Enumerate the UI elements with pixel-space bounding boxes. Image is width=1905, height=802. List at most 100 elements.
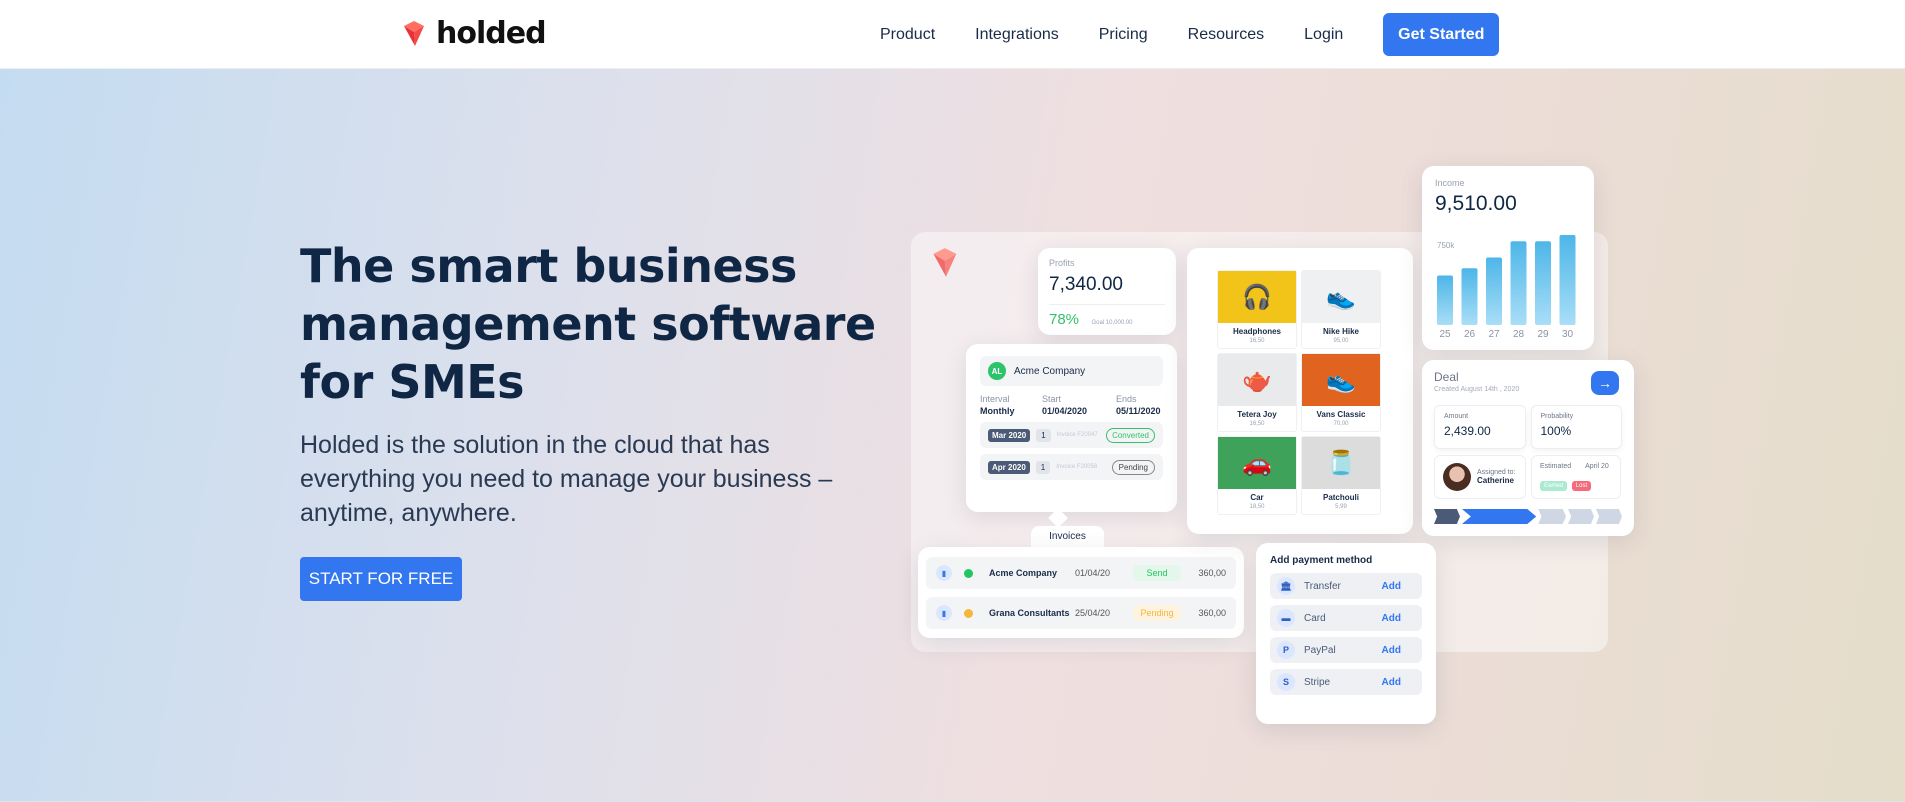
product-tile[interactable]: 🚗 Car 18,50 [1217, 436, 1297, 515]
product-name: Vans Classic [1316, 410, 1366, 419]
pipeline-stage[interactable] [1538, 509, 1567, 524]
payment-method-row[interactable]: P PayPal Add [1270, 637, 1422, 663]
income-bar [1437, 275, 1453, 325]
invoice-status: Pending [1133, 605, 1181, 621]
income-tick-label: 25 [1439, 329, 1451, 340]
start-for-free-button[interactable]: START FOR FREE [300, 557, 462, 601]
row-month: Mar 2020 [988, 428, 1031, 442]
hero-subtext: Holded is the solution in the cloud that… [300, 431, 833, 527]
subscription-card: AL Acme Company Interval Start Ends Mont… [966, 344, 1177, 512]
pipeline-stage[interactable] [1434, 509, 1460, 524]
product-tile[interactable]: 👟 Vans Classic 70,00 [1301, 353, 1381, 432]
subscription-details: Interval Start Ends Monthly 01/04/2020 0… [980, 394, 1163, 416]
start-header: Start [1042, 394, 1062, 404]
shoe-icon: 👟 [1302, 271, 1380, 323]
subscription-row[interactable]: Mar 2020 1 Invoice F20047 Converted [980, 422, 1163, 448]
product-tile[interactable]: 🎧 Headphones 16,50 [1217, 270, 1297, 349]
invoice-status: Send [1133, 565, 1181, 581]
amount-label: Amount [1444, 413, 1469, 420]
payment-method-name: Card [1304, 612, 1326, 624]
payment-method-row[interactable]: 🏛 Transfer Add [1270, 573, 1422, 599]
products-grid: 🎧 Headphones 16,50 👟 Nike Hike 95,00 🫖 Tetera J… [1217, 270, 1399, 515]
estimated-label: Estimated [1540, 462, 1572, 470]
car-icon: 🚗 [1218, 437, 1296, 489]
paypal-icon: P [1277, 641, 1295, 659]
product-tile[interactable]: 🫖 Tetera Joy 16,50 [1217, 353, 1297, 432]
divider [1049, 304, 1165, 305]
nav-product[interactable]: Product [880, 14, 935, 56]
row-count: 1 [1035, 460, 1051, 474]
deal-card: Deal Created August 14th , 2020 → Amount… [1422, 360, 1634, 536]
ends-header: Ends [1116, 394, 1137, 404]
pipeline-stage[interactable] [1568, 509, 1595, 524]
deal-metrics: Amount 2,439.00 Probability 100% [1434, 405, 1622, 449]
product-tile[interactable]: 👟 Nike Hike 95,00 [1301, 270, 1381, 349]
income-tick-label: 26 [1464, 329, 1476, 340]
row-ref: Invoice F20058 [1056, 464, 1098, 470]
company-name: Acme Company [1014, 365, 1086, 377]
add-payment-button[interactable]: Add [1382, 581, 1401, 592]
add-payment-button[interactable]: Add [1382, 613, 1401, 624]
pipeline-stage[interactable] [1461, 509, 1537, 524]
holded-mark-icon [933, 248, 957, 277]
hero-headline: The smart business management software f… [300, 239, 876, 409]
amount-box: Amount 2,439.00 [1434, 405, 1526, 449]
add-payment-button[interactable]: Add [1382, 645, 1401, 656]
payment-title: Add payment method [1270, 555, 1373, 566]
income-card: Income 9,510.00 750k 25 26 27 28 29 30 [1422, 166, 1594, 350]
invoice-row[interactable]: ▮ Grana Consultants 25/04/20 Pending 360… [926, 597, 1236, 629]
invoices-tab[interactable]: Invoices [1031, 526, 1104, 548]
profits-label: Profits [1049, 258, 1075, 268]
holded-logo[interactable]: holded [400, 16, 547, 51]
invoice-row[interactable]: ▮ Acme Company 01/04/20 Send 360,00 [926, 557, 1236, 589]
income-bar [1461, 268, 1478, 325]
earned-badge[interactable]: Earned [1540, 480, 1568, 491]
profits-percent: 78% [1049, 311, 1080, 328]
invoices-card: ▮ Acme Company 01/04/20 Send 360,00 ▮ Gr… [918, 547, 1244, 638]
payment-card: Add payment method 🏛 Transfer Add ▬ Card Add P… [1256, 543, 1436, 724]
nav-integrations[interactable]: Integrations [975, 14, 1059, 56]
amount-value: 2,439.00 [1444, 424, 1491, 438]
holded-logo-icon [404, 21, 424, 46]
status-dot [964, 608, 973, 618]
site-header: holded Product Integrations Pricing Reso… [0, 0, 1905, 69]
nav-pricing[interactable]: Pricing [1099, 14, 1148, 56]
assigned-box[interactable]: Assigned to: Catherine [1434, 455, 1526, 499]
company-row[interactable]: AL Acme Company [980, 356, 1163, 386]
estimated-date: April 20 [1585, 462, 1609, 470]
product-name: Nike Hike [1322, 327, 1360, 336]
stripe-icon: S [1277, 673, 1295, 691]
interval-header: Interval [980, 394, 1010, 404]
payment-method-row[interactable]: S Stripe Add [1270, 669, 1422, 695]
row-count: 1 [1036, 428, 1051, 442]
status-dot [964, 568, 973, 578]
jar-icon: 🫙 [1302, 437, 1380, 489]
nav-login[interactable]: Login [1304, 14, 1343, 56]
arrow-right-icon[interactable]: → [1591, 371, 1619, 395]
deal-assignment: Assigned to: Catherine Estimated April 2… [1434, 455, 1622, 499]
subscription-row[interactable]: Apr 2020 1 Invoice F20058 Pending [980, 454, 1163, 480]
product-price: 18,50 [1249, 504, 1265, 510]
product-price: 70,00 [1333, 421, 1349, 427]
kettle-icon: 🫖 [1218, 354, 1296, 406]
product-price: 16,50 [1249, 421, 1265, 427]
income-tick-label: 30 [1562, 329, 1574, 340]
invoice-date: 01/04/20 [1075, 568, 1111, 578]
income-tick-label: 27 [1488, 329, 1500, 340]
logo-text: holded [436, 16, 547, 51]
add-payment-button[interactable]: Add [1382, 677, 1401, 688]
assigned-name: Catherine [1477, 476, 1514, 485]
estimated-box: Estimated April 20 Earned Lost [1531, 455, 1621, 499]
interval-value: Monthly [980, 406, 1015, 416]
card-icon: ▬ [1277, 609, 1295, 627]
payment-method-row[interactable]: ▬ Card Add [1270, 605, 1422, 631]
profits-goal: Goal 10,000.00 [1091, 320, 1133, 326]
product-tile[interactable]: 🫙 Patchouli 5,99 [1301, 436, 1381, 515]
document-icon: ▮ [936, 565, 952, 581]
avatar [1443, 463, 1471, 491]
pipeline-stage[interactable] [1596, 509, 1623, 524]
lost-badge[interactable]: Lost [1571, 480, 1592, 491]
get-started-button[interactable]: Get Started [1383, 13, 1500, 56]
nav-resources[interactable]: Resources [1188, 14, 1264, 56]
headphones-icon: 🎧 [1218, 271, 1296, 323]
